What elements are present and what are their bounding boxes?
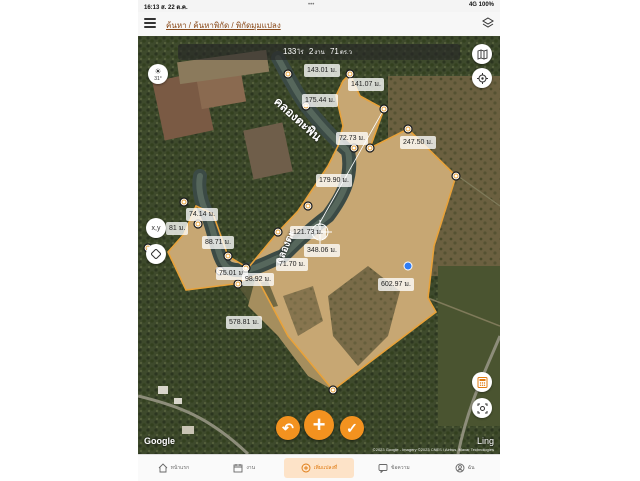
nav-item-messages[interactable]: ข้อความ	[358, 455, 429, 481]
segment-length: 121.73 ม.	[290, 226, 326, 239]
rai-unit: ไร่	[297, 50, 304, 56]
calendar-icon	[233, 464, 243, 473]
nav-label: ฉัน	[467, 465, 475, 471]
status-dots: •••	[308, 2, 315, 8]
bottom-navigation: หน้าแรก งาน เพิ่มแปลงที่ ข้อความ ฉัน	[138, 454, 500, 481]
check-icon: ✓	[346, 419, 358, 436]
satellite-map[interactable]: คลองตะพิน คลองตะ 133ไร่ 2งาน 71ตร.ว 143.…	[138, 36, 500, 454]
map-attribution: ©2023 Google - Imagery ©2023 CNES / Airb…	[372, 447, 494, 452]
segment-length: 98.92 ม.	[242, 273, 275, 286]
nav-item-add-plot[interactable]: เพิ่มแปลงที่	[283, 458, 355, 478]
sun-temperature: 31°	[154, 76, 162, 82]
segment-length: 348.06 ม.	[304, 244, 340, 257]
home-icon	[158, 463, 167, 473]
message-icon	[378, 464, 388, 473]
breadcrumb[interactable]: ค้นหา / ค้นหาพิกัด / พิกัดมุมแปลง	[166, 19, 281, 32]
segment-length: 175.44 ม.	[302, 94, 338, 107]
add-circle-icon	[301, 463, 311, 473]
segment-length: 81 ม.	[166, 222, 189, 235]
locate-icon	[476, 72, 488, 84]
user-icon	[455, 463, 465, 473]
calculator-icon	[477, 376, 487, 388]
status-bar: 16:13 ส. 22 ต.ค. ••• 4G 100%	[138, 0, 500, 12]
undo-button[interactable]: ↶	[276, 416, 300, 440]
segment-length: 578.81 ม.	[226, 316, 262, 329]
status-signal: 4G 100%	[468, 2, 494, 8]
menu-icon[interactable]	[144, 17, 156, 29]
segment-length: 247.50 ม.	[400, 136, 436, 149]
segment-length: 141.07 ม.	[348, 78, 384, 91]
plus-icon: +	[312, 412, 326, 437]
camera-frame-icon	[477, 403, 487, 413]
confirm-button[interactable]: ✓	[340, 416, 364, 440]
nav-label: งาน	[246, 465, 256, 471]
top-bar: ค้นหา / ค้นหาพิกัด / พิกัดมุมแปลง	[138, 12, 500, 37]
calculator-button[interactable]	[472, 372, 492, 392]
area-measurement-bar: 133ไร่ 2งาน 71ตร.ว	[178, 44, 460, 60]
location-dot-icon	[403, 261, 413, 271]
ngan-value: 2	[308, 47, 314, 56]
diamond-compass-icon	[151, 249, 161, 259]
google-logo: Google	[144, 436, 175, 446]
segment-length: 74.14 ม.	[186, 208, 219, 221]
ling-logo: Ling	[476, 436, 494, 446]
nav-item-tasks[interactable]: งาน	[209, 455, 280, 481]
nav-item-home[interactable]: หน้าแรก	[138, 455, 209, 481]
layers-icon[interactable]	[482, 17, 494, 29]
capture-button[interactable]	[472, 398, 492, 418]
rai-value: 133	[283, 47, 297, 56]
wa-value: 71	[329, 47, 339, 56]
map-icon	[477, 48, 487, 60]
sun-weather-button[interactable]: ☀ 31°	[148, 64, 168, 84]
xy-coordinate-button[interactable]: x,y	[146, 218, 166, 238]
segment-length: 72.73 ม.	[336, 132, 369, 145]
map-type-button[interactable]	[472, 44, 492, 64]
nav-item-profile[interactable]: ฉัน	[429, 455, 500, 481]
compass-button[interactable]	[146, 244, 166, 264]
add-point-button[interactable]: +	[304, 410, 334, 440]
nav-label: หน้าแรก	[170, 465, 190, 471]
undo-icon: ↶	[282, 419, 294, 436]
segment-length: 143.01 ม.	[304, 64, 340, 77]
nav-label: ข้อความ	[390, 465, 410, 471]
status-time: 16:13 ส. 22 ต.ค.	[144, 5, 188, 11]
my-location-button[interactable]	[472, 68, 492, 88]
segment-length: 602.97 ม.	[378, 278, 414, 291]
ngan-unit: งาน	[314, 50, 325, 56]
segment-length: 88.71 ม.	[202, 236, 235, 249]
wa-unit: ตร.ว	[339, 50, 352, 56]
segment-length: 179.90 ม.	[316, 174, 352, 187]
nav-label: เพิ่มแปลงที่	[313, 465, 338, 471]
sun-icon: ☀	[154, 67, 162, 76]
segment-length: 71.70 ม.	[276, 258, 309, 271]
